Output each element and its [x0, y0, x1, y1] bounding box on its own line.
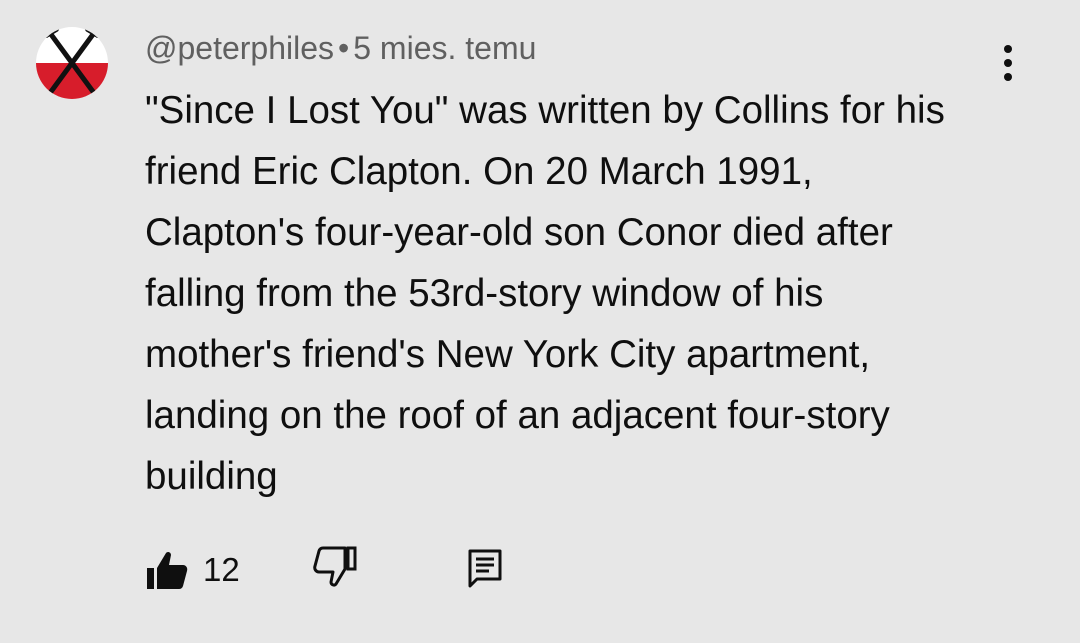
like-count: 12: [203, 551, 240, 588]
more-vert-icon: [1004, 45, 1012, 81]
thumb-down-icon: [313, 546, 357, 587]
reply-button[interactable]: [465, 545, 505, 589]
avatar[interactable]: [36, 27, 108, 99]
crossed-hammers-icon: [36, 27, 108, 99]
comment-meta: @peterphiles • 5 mies. temu: [145, 30, 536, 66]
comment-card: @peterphiles • 5 mies. temu "Since I Lost …: [0, 0, 1080, 643]
more-options-button[interactable]: [990, 40, 1026, 86]
comment-text: "Since I Lost You" was written by Collin…: [145, 89, 945, 498]
meta-separator: •: [338, 30, 350, 66]
like-button[interactable]: 12: [145, 545, 240, 595]
comment-reply-icon: [468, 549, 502, 588]
dislike-button[interactable]: [313, 545, 357, 589]
timestamp[interactable]: 5 mies. temu: [353, 30, 536, 66]
thumb-up-icon: [147, 551, 188, 589]
author-name[interactable]: @peterphiles: [145, 30, 334, 66]
